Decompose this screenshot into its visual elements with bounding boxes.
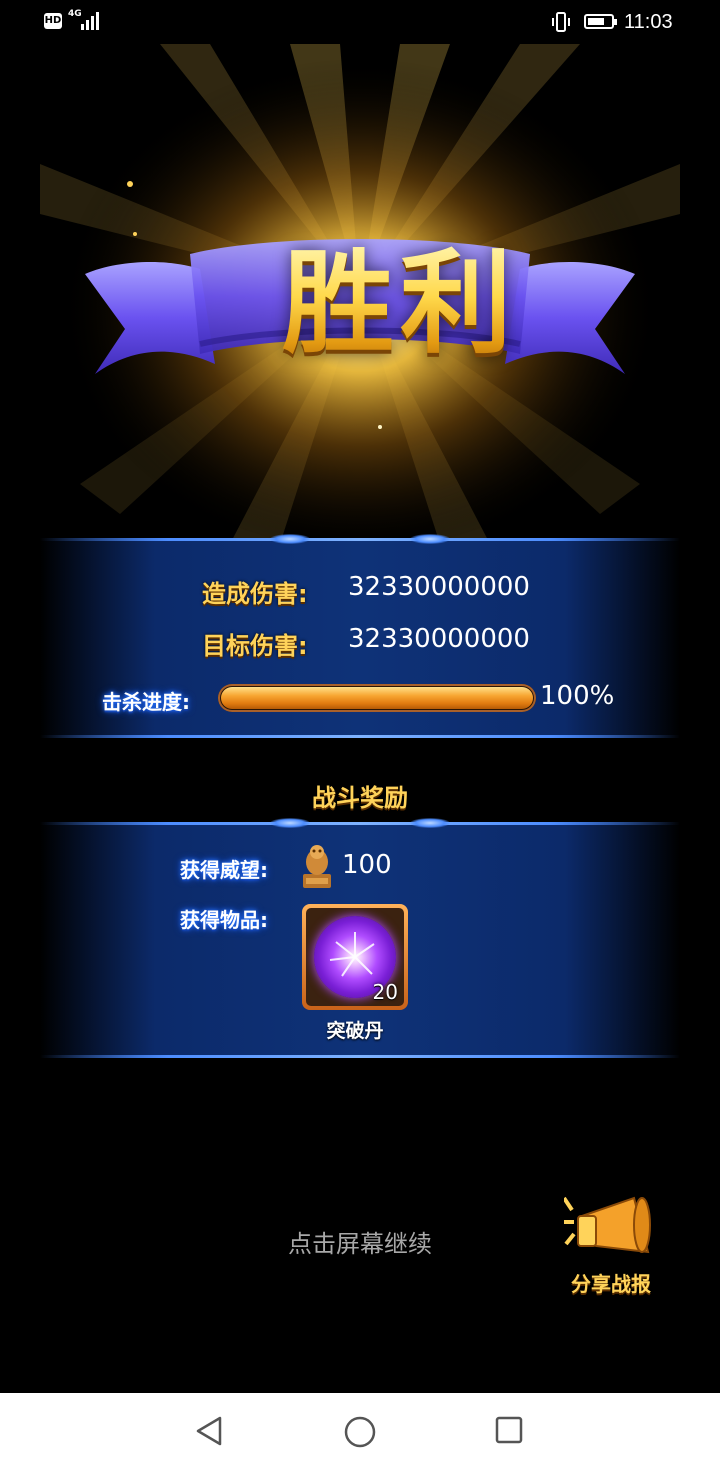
reward-item-slot[interactable]: 20 [302,904,408,1010]
victory-banner: 胜利 [40,44,680,549]
items-label: 获得物品: [180,908,268,932]
clock: 11:03 [624,11,673,33]
kill-progress-fill [221,687,533,709]
target-damage-label: 目标伤害: [202,632,308,660]
kill-progress-bar [218,684,536,712]
panel-bottom-border [40,1055,680,1058]
home-icon[interactable] [343,1415,377,1449]
damage-dealt-label: 造成伤害: [202,580,308,608]
damage-dealt-value: 32330000000 [348,572,530,602]
panel-notch [270,534,310,544]
share-battle-report-button[interactable]: 分享战报 [556,1194,666,1296]
vibrate-icon [552,12,570,32]
tap-to-continue[interactable]: 点击屏幕继续 [250,1224,470,1259]
panel-notch [410,818,450,828]
battery-fill [588,18,604,25]
status-bar: HD 4G 11:03 [0,0,720,44]
item-name: 突破丹 [326,1020,384,1042]
panel-top-border [40,822,680,825]
victory-title: 胜利 [240,239,560,369]
prestige-label: 获得威望: [180,858,268,882]
megaphone-icon [564,1196,651,1254]
panel-notch [270,818,310,828]
item-count: 20 [372,980,398,1004]
battery-icon [584,14,617,29]
kill-progress-label: 击杀进度: [102,690,190,714]
prestige-statue-icon [303,845,331,888]
panel-notch [410,534,450,544]
kill-progress-text: 100% [540,681,615,711]
panel-bottom-border [40,735,680,738]
rewards-title: 战斗奖励 [312,784,408,812]
share-label: 分享战报 [571,1272,651,1296]
back-icon[interactable] [194,1415,224,1447]
signal-icon [81,12,99,30]
panel-top-border [40,538,680,541]
hd-badge: HD [44,13,62,29]
target-damage-value: 32330000000 [348,624,530,654]
item-frame: 20 [306,908,404,1006]
navigation-bar [0,1393,720,1469]
recents-icon[interactable] [494,1415,524,1445]
prestige-value: 100 [342,850,392,880]
